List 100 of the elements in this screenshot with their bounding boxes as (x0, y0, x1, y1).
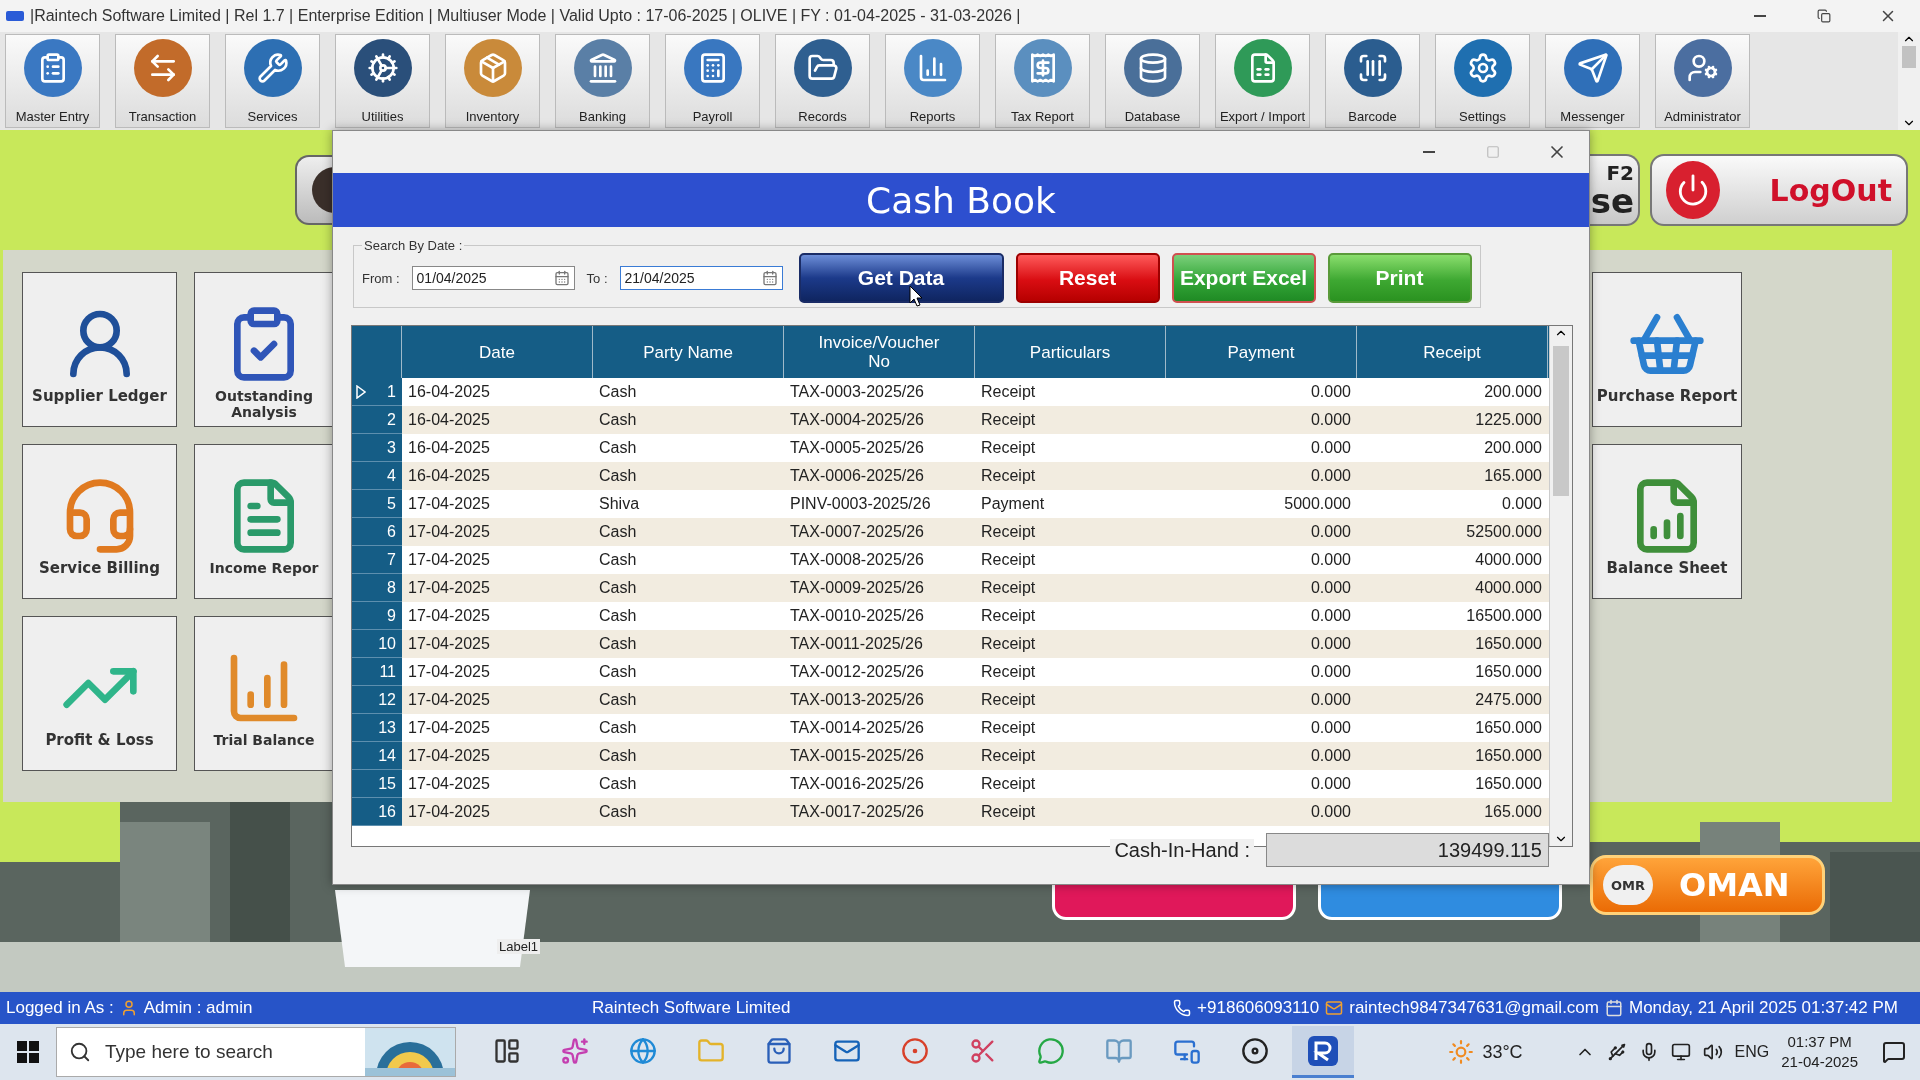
app-icon (1308, 1035, 1338, 1066)
table-cell-text: 0.000 (1309, 466, 1352, 486)
row-header[interactable]: 4 (352, 462, 402, 490)
dashboard-tile[interactable]: Profit & Loss (22, 616, 177, 771)
row-header[interactable]: 2 (352, 406, 402, 434)
toolbar-button[interactable]: Records (775, 34, 870, 128)
toolbar-button[interactable]: Services (225, 34, 320, 128)
toolbar-button[interactable]: Banking (555, 34, 650, 128)
table-cell-text: Cash (598, 634, 638, 654)
dashboard-tile[interactable]: Balance Sheet (1592, 444, 1742, 599)
toolbar-button[interactable]: Export / Import (1215, 34, 1310, 128)
table-cell-text: 1650.000 (1474, 634, 1543, 654)
round-app-icon (901, 1036, 929, 1065)
date-field[interactable]: 21/04/2025 (619, 266, 783, 290)
toolbar-button[interactable]: Database (1105, 34, 1200, 128)
table-cell-text: Receipt (980, 718, 1037, 738)
usb-icon[interactable] (1606, 1042, 1627, 1062)
table-cell-text: 17-04-2025 (407, 634, 491, 654)
dashboard-tile[interactable]: Outstanding Analysis (194, 272, 333, 427)
table-cell-text: Receipt (980, 438, 1037, 458)
mail-icon (1325, 999, 1344, 1017)
row-header[interactable]: 8 (352, 574, 402, 602)
dashboard-tile[interactable]: Income Repor (194, 444, 333, 599)
minimize-icon (1754, 15, 1766, 17)
calendar-icon (1604, 999, 1623, 1017)
field-label: From : (362, 270, 400, 286)
language-indicator[interactable]: ENG (1734, 1043, 1770, 1061)
email-address: raintech9847347631@gmail.com (1349, 998, 1599, 1018)
logout-button[interactable]: LogOut (1650, 154, 1908, 226)
toolbar-button[interactable]: Reports (885, 34, 980, 128)
round-button[interactable] (295, 155, 332, 225)
toolbar-button[interactable]: Utilities (335, 34, 430, 128)
wrench-icon (243, 39, 302, 97)
table-cell-text: 0.000 (1309, 438, 1352, 458)
toolbar-button[interactable]: Settings (1435, 34, 1530, 128)
field-label: To : (586, 270, 608, 286)
toolbar-button[interactable]: Barcode (1325, 34, 1420, 128)
dashboard-tile[interactable]: Trial Balance (194, 616, 333, 771)
row-header[interactable]: 10 (352, 630, 402, 658)
task-view-icon (493, 1036, 521, 1065)
network-icon[interactable] (1670, 1042, 1691, 1062)
phone-number: +918606093110 (1197, 998, 1320, 1018)
row-header[interactable]: 9 (352, 602, 402, 630)
dashboard-tile[interactable]: Supplier Ledger (22, 272, 177, 427)
currency-code: OMR (1603, 865, 1653, 905)
row-header[interactable]: 1 (352, 378, 402, 406)
shortcut-button[interactable]: F2 se (1590, 154, 1640, 226)
table-cell-text: Receipt (980, 410, 1037, 430)
row-header[interactable]: 6 (352, 518, 402, 546)
table-cell-text: 1225.000 (1474, 410, 1543, 430)
toolbar-button[interactable]: Inventory (445, 34, 540, 128)
table-cell-text: 17-04-2025 (407, 746, 491, 766)
row-header[interactable]: 5 (352, 490, 402, 518)
currency-button[interactable]: OMR OMAN (1590, 855, 1825, 915)
scroll-thumb[interactable] (1553, 346, 1569, 496)
scrollbar[interactable] (1898, 32, 1920, 130)
taskbar-app-button[interactable] (1292, 1026, 1354, 1078)
table-cell-text: TAX-0008-2025/26 (789, 550, 925, 570)
table-cell-text: TAX-0003-2025/26 (789, 382, 925, 402)
settings-icon (1453, 39, 1512, 97)
toolbar-button[interactable]: Payroll (665, 34, 760, 128)
chat-icon (1037, 1036, 1065, 1065)
table-cell-text: TAX-0013-2025/26 (789, 690, 925, 710)
table-cell-text: 4000.000 (1474, 550, 1543, 570)
scroll-thumb[interactable] (1902, 46, 1916, 68)
notification-icon[interactable] (1882, 1040, 1906, 1064)
row-header[interactable]: 13 (352, 714, 402, 742)
search-input[interactable]: Type here to search (103, 1040, 353, 1064)
table-cell-text: Receipt (980, 662, 1037, 682)
toolbar-button[interactable]: Administrator (1655, 34, 1750, 128)
toolbar-button[interactable]: Tax Report (995, 34, 1090, 128)
table-cell-text: Cash (598, 522, 638, 542)
search-field[interactable]: Type here to search (56, 1027, 456, 1077)
table-cell-text: 17-04-2025 (407, 550, 491, 570)
toolbar-button[interactable]: Master Entry (5, 34, 100, 128)
row-header[interactable]: 12 (352, 686, 402, 714)
toolbar-button[interactable]: Transaction (115, 34, 210, 128)
dashboard-tile[interactable]: Purchase Report (1592, 272, 1742, 427)
table-cell-text: Receipt (980, 550, 1037, 570)
scrollbar[interactable] (1549, 326, 1572, 846)
table-cell-text: Cash (598, 438, 638, 458)
volume-icon[interactable] (1702, 1042, 1723, 1062)
clock[interactable]: 01:37 PM 21-04-2025 (1781, 1032, 1858, 1072)
row-header[interactable]: 7 (352, 546, 402, 574)
table-cell-text: 165.000 (1483, 802, 1543, 822)
row-header[interactable]: 15 (352, 770, 402, 798)
row-header[interactable]: 3 (352, 434, 402, 462)
table-cell-text: 16-04-2025 (407, 438, 491, 458)
dashboard-tile[interactable]: Service Billing (22, 444, 177, 599)
windows-logo-icon (17, 1041, 39, 1063)
table-cell-text: 16-04-2025 (407, 466, 491, 486)
row-header[interactable]: 14 (352, 742, 402, 770)
table-cell-text: 0.000 (1309, 662, 1352, 682)
row-header[interactable]: 16 (352, 798, 402, 826)
row-header[interactable]: 11 (352, 658, 402, 686)
date-field[interactable]: 01/04/2025 (411, 266, 575, 290)
table-cell-text: Cash (598, 746, 638, 766)
toolbar-button[interactable]: Messenger (1545, 34, 1640, 128)
action-button[interactable]: Reset (1015, 253, 1160, 303)
box-icon (463, 39, 522, 97)
